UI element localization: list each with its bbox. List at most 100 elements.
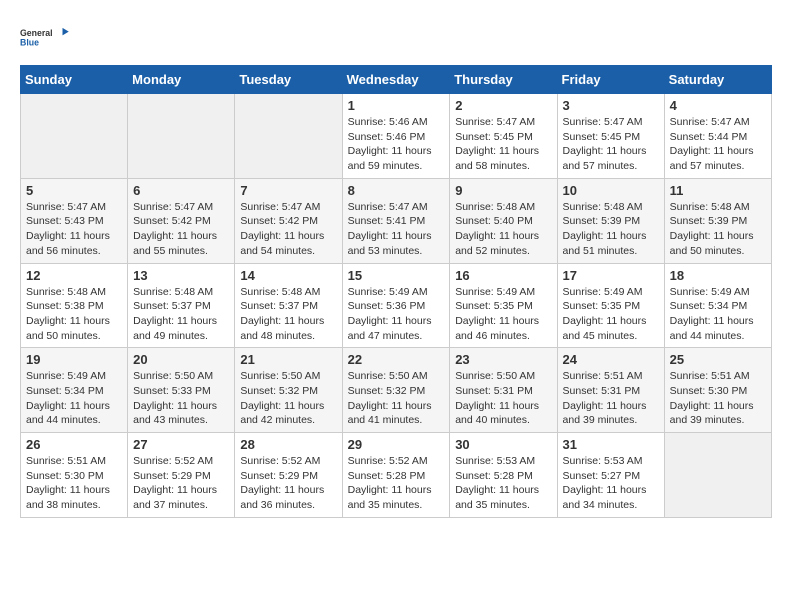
calendar-cell: 1 Sunrise: 5:46 AMSunset: 5:46 PMDaylight… (342, 94, 450, 179)
svg-text:Blue: Blue (20, 37, 39, 47)
day-info: Sunrise: 5:48 AMSunset: 5:37 PMDaylight:… (133, 285, 229, 344)
calendar-cell (235, 94, 342, 179)
weekday-header: Tuesday (235, 66, 342, 94)
day-info: Sunrise: 5:52 AMSunset: 5:29 PMDaylight:… (240, 454, 336, 513)
calendar-week-row: 5Sunrise: 5:47 AMSunset: 5:43 PMDaylight… (21, 178, 772, 263)
calendar-cell: 30 Sunrise: 5:53 AMSunset: 5:28 PMDayligh… (450, 433, 557, 518)
calendar-cell: 14Sunrise: 5:48 AMSunset: 5:37 PMDayligh… (235, 263, 342, 348)
day-info: Sunrise: 5:50 AMSunset: 5:33 PMDaylight:… (133, 369, 229, 428)
weekday-header: Sunday (21, 66, 128, 94)
day-info: Sunrise: 5:51 AMSunset: 5:31 PMDaylight:… (563, 369, 659, 428)
day-number: 13 (133, 268, 229, 283)
calendar-cell: 31 Sunrise: 5:53 AMSunset: 5:27 PMDayligh… (557, 433, 664, 518)
calendar-cell: 15 Sunrise: 5:49 AMSunset: 5:36 PMDayligh… (342, 263, 450, 348)
day-number: 25 (670, 352, 766, 367)
weekday-header: Wednesday (342, 66, 450, 94)
day-info: Sunrise: 5:47 AMSunset: 5:42 PMDaylight:… (133, 200, 229, 259)
day-info: Sunrise: 5:53 AMSunset: 5:27 PMDaylight:… (563, 454, 659, 513)
calendar-table: SundayMondayTuesdayWednesdayThursdayFrid… (20, 65, 772, 518)
day-number: 18 (670, 268, 766, 283)
calendar-week-row: 12 Sunrise: 5:48 AMSunset: 5:38 PMDayligh… (21, 263, 772, 348)
calendar-cell: 3 Sunrise: 5:47 AMSunset: 5:45 PMDaylight… (557, 94, 664, 179)
day-info: Sunrise: 5:53 AMSunset: 5:28 PMDaylight:… (455, 454, 551, 513)
logo: General Blue (20, 20, 70, 55)
day-info: Sunrise: 5:47 AMSunset: 5:42 PMDaylight:… (240, 200, 336, 259)
calendar-cell: 9 Sunrise: 5:48 AMSunset: 5:40 PMDaylight… (450, 178, 557, 263)
day-info: Sunrise: 5:47 AMSunset: 5:45 PMDaylight:… (563, 115, 659, 174)
calendar-cell: 11Sunrise: 5:48 AMSunset: 5:39 PMDayligh… (664, 178, 771, 263)
day-number: 26 (26, 437, 122, 452)
page-header: General Blue (20, 20, 772, 55)
day-number: 29 (348, 437, 445, 452)
day-number: 2 (455, 98, 551, 113)
day-info: Sunrise: 5:52 AMSunset: 5:28 PMDaylight:… (348, 454, 445, 513)
calendar-cell (664, 433, 771, 518)
calendar-cell: 23 Sunrise: 5:50 AMSunset: 5:31 PMDayligh… (450, 348, 557, 433)
day-number: 20 (133, 352, 229, 367)
day-number: 14 (240, 268, 336, 283)
calendar-cell: 20 Sunrise: 5:50 AMSunset: 5:33 PMDayligh… (128, 348, 235, 433)
day-info: Sunrise: 5:49 AMSunset: 5:34 PMDaylight:… (26, 369, 122, 428)
weekday-header: Thursday (450, 66, 557, 94)
day-info: Sunrise: 5:47 AMSunset: 5:45 PMDaylight:… (455, 115, 551, 174)
day-number: 10 (563, 183, 659, 198)
day-info: Sunrise: 5:50 AMSunset: 5:31 PMDaylight:… (455, 369, 551, 428)
day-number: 3 (563, 98, 659, 113)
day-info: Sunrise: 5:48 AMSunset: 5:39 PMDaylight:… (563, 200, 659, 259)
day-number: 15 (348, 268, 445, 283)
calendar-cell: 2 Sunrise: 5:47 AMSunset: 5:45 PMDaylight… (450, 94, 557, 179)
calendar-week-row: 1 Sunrise: 5:46 AMSunset: 5:46 PMDaylight… (21, 94, 772, 179)
day-info: Sunrise: 5:49 AMSunset: 5:35 PMDaylight:… (563, 285, 659, 344)
calendar-cell: 21Sunrise: 5:50 AMSunset: 5:32 PMDayligh… (235, 348, 342, 433)
calendar-cell: 10 Sunrise: 5:48 AMSunset: 5:39 PMDayligh… (557, 178, 664, 263)
day-info: Sunrise: 5:46 AMSunset: 5:46 PMDaylight:… (348, 115, 445, 174)
day-info: Sunrise: 5:48 AMSunset: 5:40 PMDaylight:… (455, 200, 551, 259)
day-info: Sunrise: 5:51 AMSunset: 5:30 PMDaylight:… (670, 369, 766, 428)
day-info: Sunrise: 5:49 AMSunset: 5:35 PMDaylight:… (455, 285, 551, 344)
day-number: 17 (563, 268, 659, 283)
day-info: Sunrise: 5:52 AMSunset: 5:29 PMDaylight:… (133, 454, 229, 513)
calendar-cell: 27 Sunrise: 5:52 AMSunset: 5:29 PMDayligh… (128, 433, 235, 518)
day-number: 28 (240, 437, 336, 452)
day-number: 19 (26, 352, 122, 367)
day-number: 4 (670, 98, 766, 113)
calendar-cell: 17 Sunrise: 5:49 AMSunset: 5:35 PMDayligh… (557, 263, 664, 348)
day-info: Sunrise: 5:47 AMSunset: 5:41 PMDaylight:… (348, 200, 445, 259)
weekday-header-row: SundayMondayTuesdayWednesdayThursdayFrid… (21, 66, 772, 94)
day-number: 9 (455, 183, 551, 198)
weekday-header: Saturday (664, 66, 771, 94)
day-number: 22 (348, 352, 445, 367)
day-number: 27 (133, 437, 229, 452)
day-info: Sunrise: 5:50 AMSunset: 5:32 PMDaylight:… (348, 369, 445, 428)
day-number: 16 (455, 268, 551, 283)
calendar-week-row: 26Sunrise: 5:51 AMSunset: 5:30 PMDayligh… (21, 433, 772, 518)
day-number: 24 (563, 352, 659, 367)
calendar-cell: 24 Sunrise: 5:51 AMSunset: 5:31 PMDayligh… (557, 348, 664, 433)
day-info: Sunrise: 5:50 AMSunset: 5:32 PMDaylight:… (240, 369, 336, 428)
day-number: 1 (348, 98, 445, 113)
day-info: Sunrise: 5:48 AMSunset: 5:38 PMDaylight:… (26, 285, 122, 344)
day-number: 7 (240, 183, 336, 198)
calendar-week-row: 19 Sunrise: 5:49 AMSunset: 5:34 PMDayligh… (21, 348, 772, 433)
calendar-cell: 25 Sunrise: 5:51 AMSunset: 5:30 PMDayligh… (664, 348, 771, 433)
svg-text:General: General (20, 28, 53, 38)
weekday-header: Friday (557, 66, 664, 94)
day-number: 12 (26, 268, 122, 283)
day-number: 8 (348, 183, 445, 198)
calendar-cell: 19 Sunrise: 5:49 AMSunset: 5:34 PMDayligh… (21, 348, 128, 433)
day-number: 23 (455, 352, 551, 367)
calendar-cell: 12 Sunrise: 5:48 AMSunset: 5:38 PMDayligh… (21, 263, 128, 348)
calendar-cell: 28 Sunrise: 5:52 AMSunset: 5:29 PMDayligh… (235, 433, 342, 518)
day-number: 31 (563, 437, 659, 452)
weekday-header: Monday (128, 66, 235, 94)
calendar-cell: 8 Sunrise: 5:47 AMSunset: 5:41 PMDaylight… (342, 178, 450, 263)
calendar-cell (128, 94, 235, 179)
day-info: Sunrise: 5:47 AMSunset: 5:43 PMDaylight:… (26, 200, 122, 259)
day-info: Sunrise: 5:48 AMSunset: 5:39 PMDaylight:… (670, 200, 766, 259)
day-number: 30 (455, 437, 551, 452)
day-info: Sunrise: 5:49 AMSunset: 5:36 PMDaylight:… (348, 285, 445, 344)
calendar-cell: 26Sunrise: 5:51 AMSunset: 5:30 PMDayligh… (21, 433, 128, 518)
calendar-cell: 7 Sunrise: 5:47 AMSunset: 5:42 PMDaylight… (235, 178, 342, 263)
calendar-cell: 6Sunrise: 5:47 AMSunset: 5:42 PMDaylight… (128, 178, 235, 263)
logo-svg: General Blue (20, 20, 70, 55)
